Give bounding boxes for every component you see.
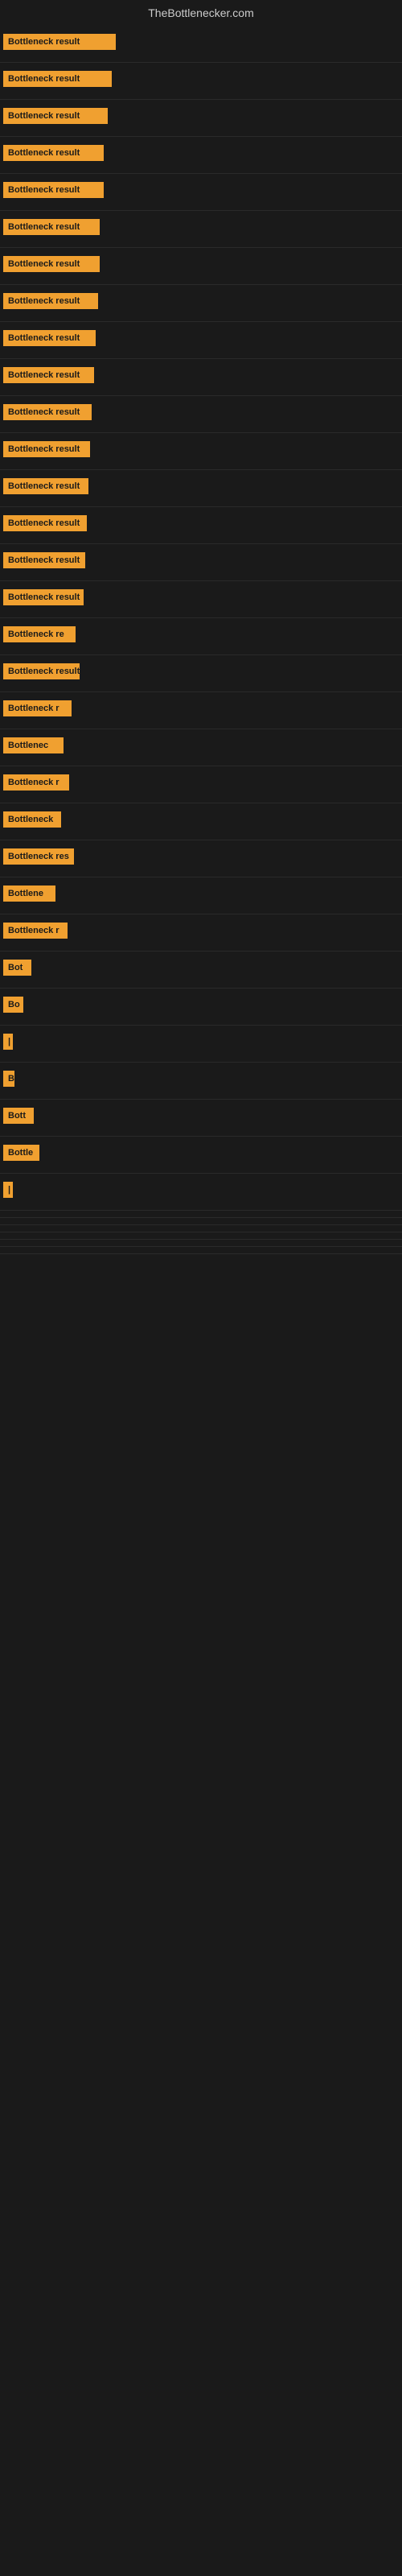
bottleneck-row: Bottleneck result <box>0 137 402 174</box>
bottleneck-result-bar: Bottleneck r <box>3 774 69 791</box>
bottleneck-result-bar: Bottleneck result <box>3 182 104 198</box>
bottleneck-result-bar: Bottleneck result <box>3 441 90 457</box>
bottleneck-row: Bottleneck result <box>0 174 402 211</box>
bottleneck-result-bar: | <box>3 1182 13 1198</box>
bottleneck-result-bar: Bott <box>3 1108 34 1124</box>
bottleneck-result-bar: Bottleneck result <box>3 34 116 50</box>
bottleneck-result-bar: Bottleneck result <box>3 663 80 679</box>
bottleneck-result-bar: Bottleneck result <box>3 515 87 531</box>
bottleneck-row: | <box>0 1026 402 1063</box>
bottleneck-result-bar: Bottleneck result <box>3 108 108 124</box>
bottleneck-result-bar: Bottleneck result <box>3 367 94 383</box>
bottleneck-result-bar: Bottleneck result <box>3 145 104 161</box>
bottleneck-row: B <box>0 1063 402 1100</box>
bottleneck-row: Bottleneck r <box>0 766 402 803</box>
bottleneck-result-bar: Bottleneck r <box>3 700 72 716</box>
bottleneck-result-bar: Bottleneck result <box>3 589 84 605</box>
bottleneck-row <box>0 1247 402 1254</box>
bottleneck-row: Bottleneck result <box>0 26 402 63</box>
bottleneck-result-bar: Bottleneck result <box>3 293 98 309</box>
bottleneck-row: | <box>0 1174 402 1211</box>
bottleneck-row: Bottleneck <box>0 803 402 840</box>
bottleneck-result-bar: Bottle <box>3 1145 39 1161</box>
bottleneck-result-bar: Bottleneck result <box>3 219 100 235</box>
bottleneck-row: Bottleneck result <box>0 359 402 396</box>
site-title: TheBottlenecker.com <box>0 0 402 26</box>
bottleneck-row: Bottleneck r <box>0 692 402 729</box>
bars-container: Bottleneck result Bottleneck result Bottle… <box>0 26 402 1254</box>
bottleneck-result-bar: Bottleneck res <box>3 848 74 865</box>
bottleneck-row: Bottlenec <box>0 729 402 766</box>
bottleneck-row: Bottleneck res <box>0 840 402 877</box>
bottleneck-row <box>0 1218 402 1225</box>
bottleneck-row: Bottlene <box>0 877 402 914</box>
bottleneck-row: Bottleneck result <box>0 544 402 581</box>
bottleneck-row <box>0 1211 402 1218</box>
bottleneck-row: Bottleneck result <box>0 100 402 137</box>
bottleneck-result-bar: Bottleneck result <box>3 71 112 87</box>
bottleneck-result-bar: Bot <box>3 960 31 976</box>
bottleneck-row: Bottleneck result <box>0 507 402 544</box>
bottleneck-row <box>0 1225 402 1232</box>
bottleneck-row: Bottleneck result <box>0 396 402 433</box>
bottleneck-result-bar: Bottleneck result <box>3 330 96 346</box>
bottleneck-row: Bottleneck result <box>0 470 402 507</box>
bottleneck-result-bar: Bottlene <box>3 886 55 902</box>
bottleneck-row <box>0 1232 402 1240</box>
bottleneck-result-bar: | <box>3 1034 13 1050</box>
bottleneck-row: Bottleneck r <box>0 914 402 952</box>
bottleneck-row: Bo <box>0 989 402 1026</box>
bottleneck-result-bar: Bottleneck re <box>3 626 76 642</box>
bottleneck-result-bar: Bottleneck result <box>3 256 100 272</box>
bottleneck-row: Bottleneck result <box>0 322 402 359</box>
bottleneck-row: Bottleneck result <box>0 433 402 470</box>
bottleneck-result-bar: Bottleneck r <box>3 923 68 939</box>
bottleneck-result-bar: Bottleneck result <box>3 478 88 494</box>
bottleneck-row: Bottleneck result <box>0 211 402 248</box>
bottleneck-result-bar: Bottleneck result <box>3 552 85 568</box>
bottleneck-row: Bottleneck result <box>0 581 402 618</box>
bottleneck-row: Bottleneck result <box>0 285 402 322</box>
bottleneck-result-bar: B <box>3 1071 14 1087</box>
bottleneck-result-bar: Bottleneck <box>3 811 61 828</box>
bottleneck-row: Bottleneck result <box>0 63 402 100</box>
bottleneck-row <box>0 1240 402 1247</box>
bottleneck-row: Bottleneck result <box>0 248 402 285</box>
bottleneck-result-bar: Bottleneck result <box>3 404 92 420</box>
bottleneck-result-bar: Bottlenec <box>3 737 64 753</box>
bottleneck-result-bar: Bo <box>3 997 23 1013</box>
bottleneck-row: Bottleneck result <box>0 655 402 692</box>
bottleneck-row: Bottle <box>0 1137 402 1174</box>
bottleneck-row: Bottleneck re <box>0 618 402 655</box>
bottleneck-row: Bott <box>0 1100 402 1137</box>
bottleneck-row: Bot <box>0 952 402 989</box>
